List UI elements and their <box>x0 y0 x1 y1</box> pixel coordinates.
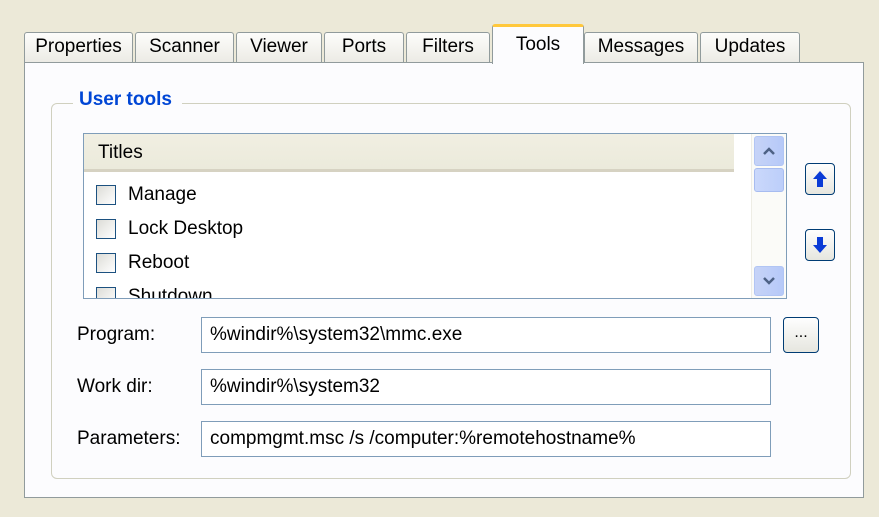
program-input[interactable]: %windir%\system32\mmc.exe <box>201 317 771 353</box>
browse-program-button[interactable]: ... <box>783 317 819 353</box>
move-up-button[interactable] <box>805 163 835 195</box>
list-item-label: Reboot <box>128 252 190 273</box>
tab-updates[interactable]: Updates <box>700 32 800 62</box>
list-item[interactable]: Reboot <box>96 248 189 278</box>
list-item[interactable]: Lock Desktop <box>96 214 243 244</box>
move-down-button[interactable] <box>805 229 835 261</box>
tab-properties[interactable]: Properties <box>24 32 133 62</box>
list-header-titles[interactable]: Titles <box>84 134 734 172</box>
list-item[interactable]: Shutdown <box>96 282 213 299</box>
list-item[interactable]: Manage <box>96 180 197 210</box>
scroll-down-button[interactable] <box>754 266 784 296</box>
group-title: User tools <box>73 89 182 111</box>
tab-filters[interactable]: Filters <box>406 32 490 62</box>
chevron-up-icon <box>763 147 775 155</box>
tab-ports[interactable]: Ports <box>324 32 404 62</box>
tools-list[interactable]: Titles Manage Lock Desktop Reboot Shutdo… <box>83 133 787 299</box>
scroll-up-button[interactable] <box>754 136 784 166</box>
tab-scanner[interactable]: Scanner <box>135 32 234 62</box>
parameters-label: Parameters: <box>77 428 181 449</box>
workdir-label: Work dir: <box>77 376 153 397</box>
tab-messages[interactable]: Messages <box>584 32 698 62</box>
arrow-up-icon <box>813 171 827 187</box>
tools-panel: User tools Titles Manage Lock Desktop Re… <box>24 62 864 498</box>
list-item-checkbox[interactable] <box>96 287 116 298</box>
arrow-down-icon <box>813 237 827 253</box>
program-label: Program: <box>77 324 156 345</box>
list-item-checkbox[interactable] <box>96 253 116 273</box>
list-item-label: Manage <box>128 184 197 205</box>
parameters-input[interactable]: compmgmt.msc /s /computer:%remotehostnam… <box>201 421 771 457</box>
list-item-checkbox[interactable] <box>96 219 116 239</box>
scroll-thumb[interactable] <box>754 168 784 192</box>
tab-viewer[interactable]: Viewer <box>236 32 322 62</box>
chevron-down-icon <box>763 277 775 285</box>
workdir-input[interactable]: %windir%\system32 <box>201 369 771 405</box>
list-vertical-scrollbar[interactable] <box>751 134 786 298</box>
tab-tools[interactable]: Tools <box>492 24 584 64</box>
list-item-label: Lock Desktop <box>128 218 244 239</box>
list-item-label: Shutdown <box>128 286 213 299</box>
list-item-checkbox[interactable] <box>96 185 116 205</box>
